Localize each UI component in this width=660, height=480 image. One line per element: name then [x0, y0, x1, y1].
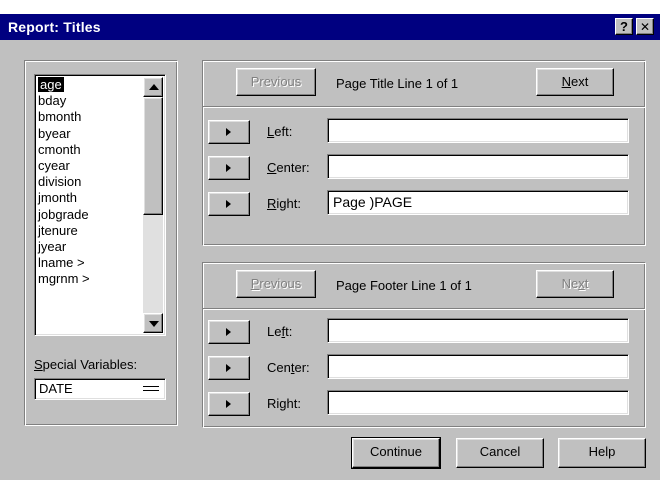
- title-right-label: Right:: [267, 196, 301, 211]
- scroll-down-icon[interactable]: [143, 313, 163, 333]
- footer-right-insert-button[interactable]: [208, 392, 250, 416]
- cancel-button[interactable]: Cancel: [456, 438, 544, 468]
- special-variables-label: Special Variables:: [34, 357, 138, 372]
- window-title: Report: Titles: [8, 19, 101, 35]
- scroll-up-icon[interactable]: [143, 77, 163, 97]
- title-center-field[interactable]: [327, 154, 629, 179]
- divider: [203, 106, 645, 108]
- footer-right-label: Right:: [267, 396, 301, 411]
- variable-list-scrollbar[interactable]: [143, 77, 163, 333]
- title-line-heading: Page Title Line 1 of 1: [336, 76, 459, 91]
- special-variables-spinner[interactable]: DATE: [34, 378, 166, 400]
- title-next-button[interactable]: Next: [536, 68, 614, 96]
- help-icon[interactable]: ?: [615, 18, 633, 35]
- footer-left-field[interactable]: [327, 318, 629, 343]
- title-right-field[interactable]: Page )PAGE: [327, 190, 629, 215]
- variable-list[interactable]: age bday bmonth byear cmonth cyear division jmo…: [34, 74, 166, 336]
- special-variables-value: DATE: [39, 381, 73, 396]
- title-left-label: Left:: [267, 124, 293, 139]
- title-center-insert-button[interactable]: [208, 156, 250, 180]
- footer-next-button[interactable]: Next: [536, 270, 614, 298]
- help-button[interactable]: Help: [558, 438, 646, 468]
- title-center-label: Center:: [267, 160, 310, 175]
- footer-center-insert-button[interactable]: [208, 356, 250, 380]
- report-titles-dialog: Report: Titles ? ✕ age bday bmonth byear cmo…: [0, 14, 660, 480]
- title-previous-button[interactable]: Previous: [236, 68, 316, 96]
- close-icon[interactable]: ✕: [636, 18, 654, 35]
- footer-left-label: Left:: [267, 324, 293, 339]
- title-right-insert-button[interactable]: [208, 192, 250, 216]
- footer-center-label: Center:: [267, 360, 310, 375]
- footer-center-field[interactable]: [327, 354, 629, 379]
- spinner-icon[interactable]: [141, 383, 161, 395]
- continue-button[interactable]: Continue: [351, 437, 441, 469]
- footer-left-insert-button[interactable]: [208, 320, 250, 344]
- footer-line-heading: Page Footer Line 1 of 1: [336, 278, 472, 293]
- title-left-insert-button[interactable]: [208, 120, 250, 144]
- footer-previous-button[interactable]: Previous: [236, 270, 316, 298]
- footer-right-field[interactable]: [327, 390, 629, 415]
- title-bar: Report: Titles ? ✕: [0, 14, 660, 40]
- scroll-thumb[interactable]: [143, 97, 163, 215]
- divider: [203, 308, 645, 310]
- title-left-field[interactable]: [327, 118, 629, 143]
